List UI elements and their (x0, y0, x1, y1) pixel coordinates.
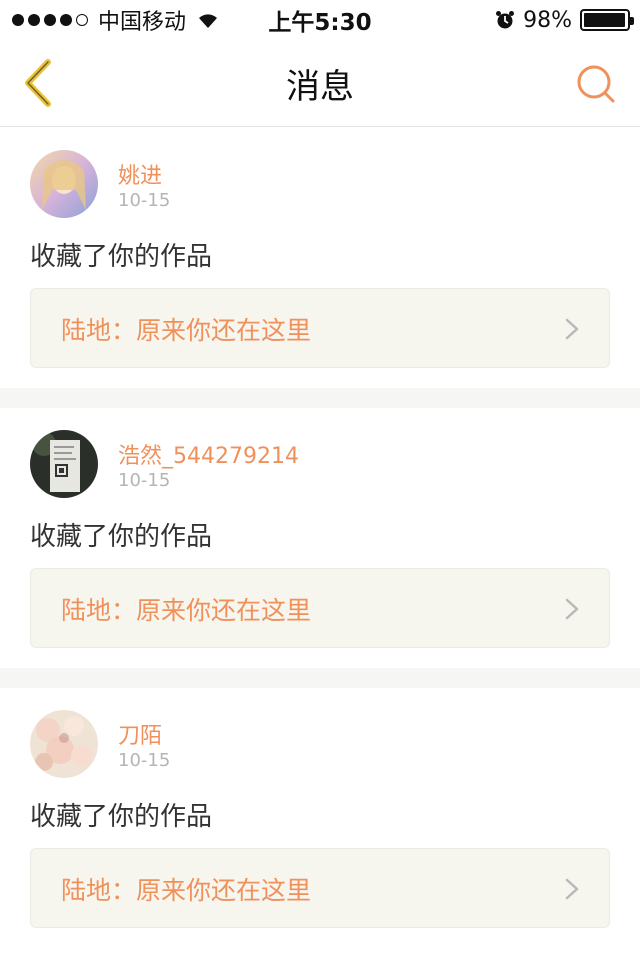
work-title: 陆地：原来你还在这里 (61, 596, 312, 625)
divider (0, 668, 640, 688)
chevron-right-icon (565, 598, 579, 620)
avatar[interactable] (30, 710, 98, 778)
username[interactable]: 刀陌 (118, 718, 162, 750)
message-action: 收藏了你的作品 (30, 802, 213, 832)
username[interactable]: 姚进 (118, 158, 162, 190)
message-item[interactable]: 浩然_544279214 10-15 收藏了你的作品 陆地：原来你还在这里 (0, 408, 640, 668)
message-date: 10-15 (118, 470, 171, 491)
work-link[interactable]: 陆地：原来你还在这里 (30, 288, 610, 368)
battery-icon (580, 9, 634, 31)
search-icon (577, 65, 615, 103)
nav-bar: 消息 (0, 40, 640, 127)
page-title: 消息 (286, 67, 354, 107)
work-link[interactable]: 陆地：原来你还在这里 (30, 568, 610, 648)
work-title: 陆地：原来你还在这里 (61, 316, 312, 345)
message-list: 姚进 10-15 收藏了你的作品 陆地：原来你还在这里 浩然_544279214… (0, 128, 640, 948)
alarm-icon (496, 11, 515, 29)
search-button[interactable] (574, 62, 618, 106)
message-date: 10-15 (118, 190, 171, 211)
work-title: 陆地：原来你还在这里 (61, 876, 312, 905)
chevron-right-icon (565, 318, 579, 340)
battery-percent: 98% (523, 7, 572, 33)
message-item[interactable]: 姚进 10-15 收藏了你的作品 陆地：原来你还在这里 (0, 128, 640, 388)
message-action: 收藏了你的作品 (30, 522, 213, 552)
avatar[interactable] (30, 150, 98, 218)
message-date: 10-15 (118, 750, 171, 771)
work-link[interactable]: 陆地：原来你还在这里 (30, 848, 610, 928)
status-right: 98% (495, 0, 634, 40)
status-bar: 中国移动 上午5:30 98% (0, 0, 640, 40)
chevron-right-icon (565, 878, 579, 900)
battery-fill (584, 13, 626, 27)
avatar[interactable] (30, 430, 98, 498)
username[interactable]: 浩然_544279214 (118, 438, 299, 470)
divider (0, 388, 640, 408)
message-action: 收藏了你的作品 (30, 242, 213, 272)
message-item[interactable]: 刀陌 10-15 收藏了你的作品 陆地：原来你还在这里 (0, 688, 640, 948)
